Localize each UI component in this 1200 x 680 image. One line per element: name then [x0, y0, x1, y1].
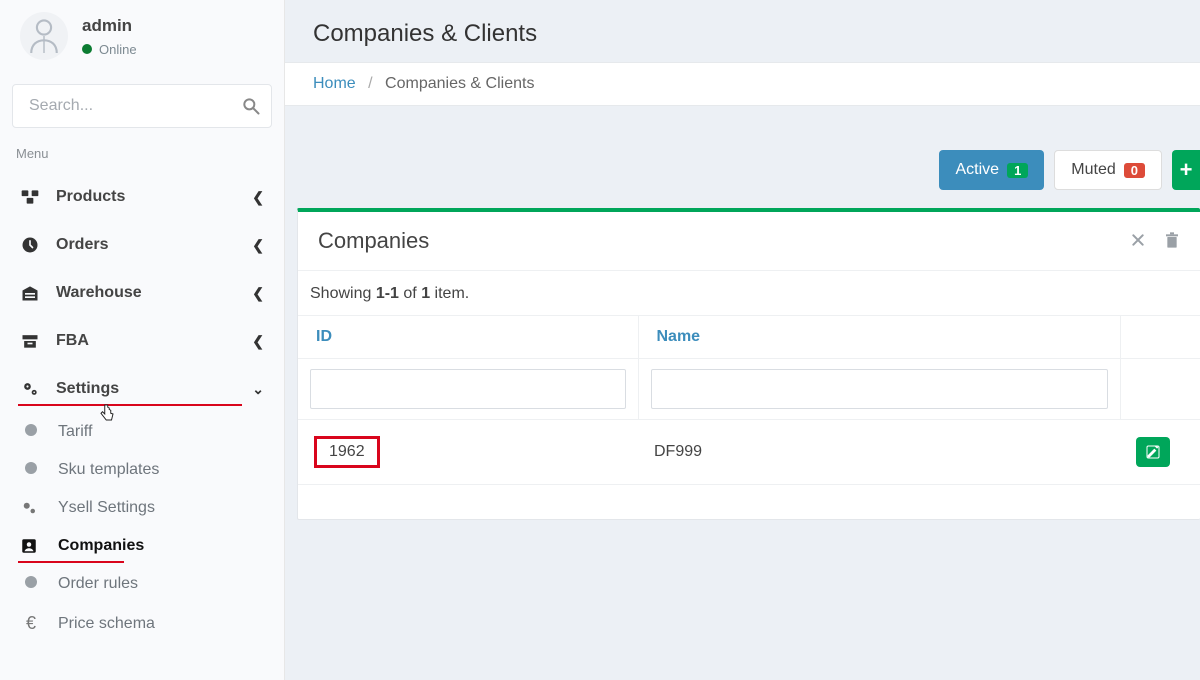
company-card-icon	[20, 537, 42, 555]
muted-count-badge: 0	[1124, 163, 1145, 178]
sidebar-item-label: Settings	[56, 380, 252, 398]
pointer-cursor-icon	[98, 403, 116, 425]
sidebar-sub-label: Companies	[58, 537, 144, 555]
warehouse-icon	[20, 283, 42, 303]
search-icon[interactable]	[241, 96, 261, 116]
trash-icon[interactable]	[1164, 232, 1180, 250]
euro-icon: €	[20, 613, 42, 634]
table-row: 1962 DF999	[298, 420, 1200, 485]
sidebar-sub-sku-templates[interactable]: Sku templates	[0, 451, 284, 489]
sidebar-item-label: FBA	[56, 332, 252, 350]
breadcrumb-current: Companies & Clients	[385, 75, 534, 92]
dot-icon	[20, 461, 42, 479]
panel-title: Companies	[318, 228, 1130, 254]
chevron-down-icon: ⌄	[252, 381, 264, 398]
sidebar: admin Online Menu Products ❮	[0, 0, 285, 680]
chevron-left-icon: ❮	[252, 285, 264, 302]
col-header-actions	[1120, 316, 1200, 359]
filter-active-button[interactable]: Active 1	[939, 150, 1044, 190]
breadcrumb-home[interactable]: Home	[313, 75, 356, 92]
plus-icon: +	[1180, 157, 1193, 183]
search-input[interactable]	[29, 97, 241, 115]
edit-icon	[1145, 444, 1161, 460]
search-box[interactable]	[12, 84, 272, 128]
table-summary: Showing 1-1 of 1 item.	[298, 271, 1200, 315]
sidebar-item-label: Products	[56, 188, 252, 206]
user-status-text: Online	[99, 42, 137, 57]
filter-muted-label: Muted	[1071, 161, 1115, 179]
dot-icon	[20, 423, 42, 441]
col-header-name[interactable]: Name	[638, 316, 1120, 359]
chevron-left-icon: ❮	[252, 189, 264, 206]
row-name: DF999	[638, 420, 1120, 485]
edit-button[interactable]	[1136, 437, 1170, 467]
active-count-badge: 1	[1007, 163, 1028, 178]
chevron-left-icon: ❮	[252, 237, 264, 254]
sidebar-sub-label: Tariff	[58, 423, 92, 441]
sidebar-item-label: Warehouse	[56, 284, 252, 302]
user-status: Online	[82, 42, 137, 57]
user-name: admin	[82, 16, 137, 36]
settings-subtree: Tariff Sku templates Ysell Settings Comp…	[0, 413, 284, 644]
page-title: Companies & Clients	[285, 20, 1200, 62]
user-silhouette-icon	[27, 16, 61, 56]
close-icon[interactable]	[1130, 232, 1146, 250]
table-filter-row	[298, 359, 1200, 420]
clock-icon	[20, 235, 42, 255]
col-header-id[interactable]: ID	[298, 316, 638, 359]
sidebar-sub-tariff[interactable]: Tariff	[0, 413, 284, 451]
sidebar-item-label: Orders	[56, 236, 252, 254]
sidebar-item-warehouse[interactable]: Warehouse ❮	[0, 269, 284, 317]
menu-header: Menu	[0, 146, 284, 173]
sidebar-sub-label: Sku templates	[58, 461, 159, 479]
archive-icon	[20, 331, 42, 351]
dot-icon	[20, 575, 42, 593]
sidebar-sub-label: Price schema	[58, 615, 155, 633]
status-dot-icon	[82, 44, 92, 54]
filter-toolbar: Active 1 Muted 0 +	[285, 106, 1200, 208]
avatar	[20, 12, 68, 60]
breadcrumb-sep: /	[368, 75, 372, 92]
sidebar-item-settings[interactable]: Settings ⌄	[0, 365, 284, 413]
sidebar-sub-label: Order rules	[58, 575, 138, 593]
filter-name-input[interactable]	[651, 369, 1108, 409]
add-button[interactable]: +	[1172, 150, 1200, 190]
sidebar-sub-order-rules[interactable]: Order rules	[0, 565, 284, 603]
companies-panel: Companies Showing 1-1 of 1 item. ID Name	[297, 208, 1200, 520]
companies-table: ID Name 1962 DF999	[298, 315, 1200, 485]
row-id-highlight: 1962	[314, 436, 380, 468]
highlight-underline	[18, 404, 242, 406]
user-panel: admin Online	[0, 0, 284, 84]
boxes-icon	[20, 187, 42, 207]
sidebar-item-orders[interactable]: Orders ❮	[0, 221, 284, 269]
sidebar-sub-price-schema[interactable]: € Price schema	[0, 603, 284, 644]
gears-icon	[20, 379, 42, 399]
main-content: Companies & Clients Home / Companies & C…	[285, 0, 1200, 680]
sidebar-sub-label: Ysell Settings	[58, 499, 155, 517]
sidebar-item-fba[interactable]: FBA ❮	[0, 317, 284, 365]
breadcrumb: Home / Companies & Clients	[285, 62, 1200, 106]
filter-active-label: Active	[955, 161, 999, 179]
sidebar-sub-companies[interactable]: Companies	[0, 527, 284, 565]
gears-icon	[20, 499, 42, 517]
filter-id-input[interactable]	[310, 369, 626, 409]
sidebar-sub-ysell-settings[interactable]: Ysell Settings	[0, 489, 284, 527]
sidebar-item-products[interactable]: Products ❮	[0, 173, 284, 221]
filter-muted-button[interactable]: Muted 0	[1054, 150, 1162, 190]
chevron-left-icon: ❮	[252, 333, 264, 350]
